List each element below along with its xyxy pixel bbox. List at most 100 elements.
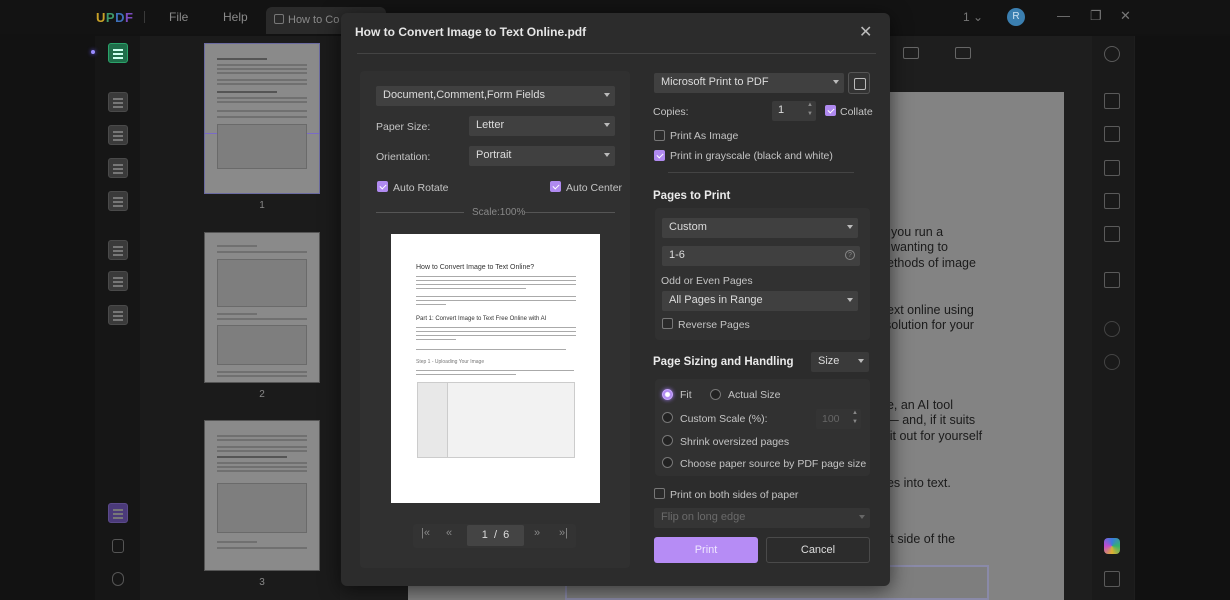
- page-number-input[interactable]: 1 / 6: [467, 525, 524, 546]
- menu-file[interactable]: File: [169, 10, 188, 24]
- reverse-pages-label: Reverse Pages: [678, 319, 750, 331]
- document-text: solution for your: [885, 318, 974, 332]
- protect-icon[interactable]: [1104, 160, 1120, 176]
- updf-ai-icon[interactable]: [1104, 538, 1120, 554]
- fill-sign-tool-icon[interactable]: [108, 191, 128, 211]
- redo-icon[interactable]: [1104, 354, 1120, 370]
- divider: [357, 53, 876, 54]
- chevron-down-icon: [604, 93, 610, 97]
- auto-rotate-checkbox[interactable]: [377, 181, 388, 192]
- page-sizing-heading: Page Sizing and Handling: [653, 356, 794, 368]
- pages-mode-select[interactable]: Custom: [662, 218, 858, 238]
- first-page-button[interactable]: |«: [421, 527, 430, 539]
- updf-app: UPDF File Help How to Co 1 ⌄ R — ❐ ✕ 1 2…: [0, 0, 1230, 600]
- previous-page-button[interactable]: «: [446, 527, 452, 539]
- shrink-oversized-radio[interactable]: [662, 435, 673, 446]
- window-count-dropdown[interactable]: 1 ⌄: [963, 10, 983, 24]
- printer-select[interactable]: Microsoft Print to PDF: [654, 73, 844, 93]
- paper-source-label: Choose paper source by PDF page size: [680, 458, 867, 470]
- document-text: s— and, if it suits: [880, 413, 976, 427]
- paper-size-select[interactable]: Letter: [469, 116, 615, 136]
- thumbnail-page[interactable]: [204, 43, 320, 194]
- custom-scale-input[interactable]: 100 ▲ ▼: [816, 409, 861, 429]
- paper-source-radio[interactable]: [662, 457, 673, 468]
- reader-tool-icon[interactable]: [108, 43, 128, 63]
- sizing-mode-select[interactable]: Size: [811, 352, 869, 372]
- restore-button[interactable]: ❐: [1090, 8, 1102, 24]
- two-page-view-icon[interactable]: [955, 47, 971, 59]
- shrink-oversized-label: Shrink oversized pages: [680, 436, 790, 448]
- organize-pages-tool-icon[interactable]: [108, 240, 128, 260]
- cancel-button[interactable]: Cancel: [766, 537, 870, 563]
- bookmark-icon[interactable]: [112, 539, 124, 553]
- redact-tool-icon[interactable]: [108, 305, 128, 325]
- fit-radio[interactable]: [662, 389, 673, 400]
- custom-scale-radio[interactable]: [662, 412, 673, 423]
- document-text: k it out for yourself: [880, 429, 983, 443]
- orientation-label: Orientation:: [376, 151, 431, 163]
- printer-properties-icon[interactable]: [848, 72, 870, 94]
- help-icon[interactable]: ?: [845, 250, 855, 260]
- actual-size-radio[interactable]: [710, 389, 721, 400]
- print-as-image-checkbox[interactable]: [654, 130, 665, 141]
- auto-center-checkbox[interactable]: [550, 181, 561, 192]
- comment-tool-icon[interactable]: [108, 92, 128, 112]
- preview-screenshot-image: [417, 382, 575, 458]
- chevron-down-icon: [859, 515, 865, 519]
- grayscale-checkbox[interactable]: [654, 150, 665, 161]
- convert-icon[interactable]: [1104, 126, 1120, 142]
- document-text: wanting to: [891, 240, 948, 254]
- close-window-button[interactable]: ✕: [1120, 8, 1131, 24]
- chevron-down-icon: [604, 123, 610, 127]
- layers-icon[interactable]: [108, 503, 128, 523]
- decrement-icon[interactable]: ▼: [807, 111, 813, 117]
- custom-scale-label: Custom Scale (%):: [680, 413, 768, 425]
- last-page-button[interactable]: »|: [559, 527, 568, 539]
- email-icon[interactable]: [1104, 226, 1120, 242]
- chevron-down-icon: [604, 153, 610, 157]
- orientation-select[interactable]: Portrait: [469, 146, 615, 166]
- attachment-icon[interactable]: [112, 572, 124, 586]
- chevron-down-icon: [858, 359, 864, 363]
- share-icon[interactable]: [1104, 193, 1120, 209]
- decrement-icon[interactable]: ▼: [852, 419, 858, 425]
- flip-select[interactable]: Flip on long edge: [654, 508, 870, 528]
- actual-size-label: Actual Size: [728, 389, 781, 401]
- search-icon[interactable]: [1104, 46, 1120, 62]
- chat-icon[interactable]: [1104, 571, 1120, 587]
- increment-icon[interactable]: ▲: [807, 102, 813, 108]
- save-icon[interactable]: [1104, 272, 1120, 288]
- document-text: ext online using: [887, 303, 974, 317]
- pages-to-print-heading: Pages to Print: [653, 190, 731, 202]
- ocr-icon[interactable]: [1104, 93, 1120, 109]
- form-tool-icon[interactable]: [108, 158, 128, 178]
- copies-stepper[interactable]: 1 ▲ ▼: [772, 101, 816, 121]
- presentation-icon[interactable]: [903, 47, 919, 59]
- document-text: eft side of the: [880, 532, 956, 546]
- duplex-checkbox[interactable]: [654, 488, 665, 499]
- minimize-button[interactable]: —: [1057, 8, 1070, 23]
- next-page-button[interactable]: »: [534, 527, 540, 539]
- divider: [525, 212, 615, 213]
- collate-checkbox[interactable]: [825, 105, 836, 116]
- crop-pages-tool-icon[interactable]: [108, 271, 128, 291]
- divider: [668, 172, 854, 173]
- menu-divider: [144, 11, 145, 23]
- print-content-select[interactable]: Document,Comment,Form Fields: [376, 86, 615, 106]
- reverse-pages-checkbox[interactable]: [662, 318, 673, 329]
- auto-center-label: Auto Center: [566, 182, 623, 194]
- increment-icon[interactable]: ▲: [852, 410, 858, 416]
- undo-icon[interactable]: [1104, 321, 1120, 337]
- preview-heading: How to Convert Image to Text Online?: [416, 264, 535, 271]
- print-button[interactable]: Print: [654, 537, 758, 563]
- thumbnail-page[interactable]: [204, 232, 320, 383]
- thumbnail-page[interactable]: [204, 420, 320, 571]
- close-icon[interactable]: ✕: [859, 22, 872, 42]
- user-avatar[interactable]: R: [1007, 8, 1025, 26]
- menu-help[interactable]: Help: [223, 10, 248, 24]
- page-range-input[interactable]: 1-6?: [662, 246, 860, 266]
- auto-rotate-label: Auto Rotate: [393, 182, 449, 194]
- odd-even-select[interactable]: All Pages in Range: [662, 291, 858, 311]
- edit-pdf-tool-icon[interactable]: [108, 125, 128, 145]
- indicator-dot: [91, 50, 95, 54]
